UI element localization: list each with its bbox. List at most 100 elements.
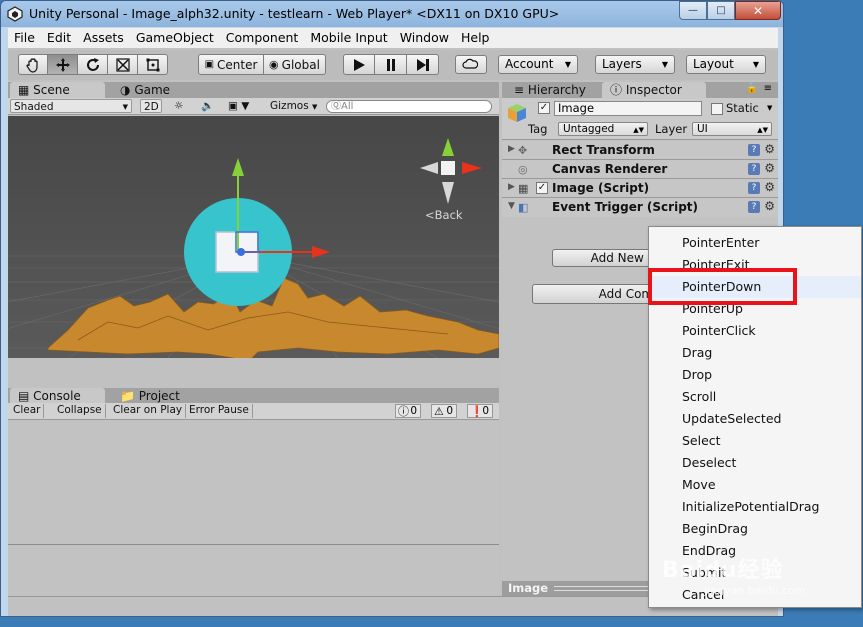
menu-item-select[interactable]: Select bbox=[649, 430, 861, 452]
console-log-area[interactable] bbox=[8, 421, 499, 595]
rect-tool-icon bbox=[146, 58, 159, 71]
tag-dropdown[interactable]: Untagged ▲▼ bbox=[558, 122, 648, 136]
menu-item-drop[interactable]: Drop bbox=[649, 364, 861, 386]
scale-tool-button[interactable] bbox=[108, 54, 138, 75]
layers-dropdown[interactable]: Layers ▼ bbox=[595, 55, 675, 74]
scene-audio-toggle[interactable]: 🔈 bbox=[201, 99, 214, 113]
layer-dropdown[interactable]: UI ▲▼ bbox=[692, 122, 772, 136]
menu-item-drag[interactable]: Drag bbox=[649, 342, 861, 364]
tab-console[interactable]: ▤ Console bbox=[10, 388, 105, 404]
scene-viewport[interactable]: <Back bbox=[8, 116, 499, 358]
menu-mobile-input[interactable]: Mobile Input bbox=[304, 28, 393, 48]
help-icon[interactable]: ? bbox=[748, 144, 760, 156]
rect-tool-button[interactable] bbox=[138, 54, 168, 75]
scene-lighting-toggle[interactable]: ☼ bbox=[174, 99, 183, 113]
layers-label: Layers bbox=[602, 57, 642, 71]
tab-project-label: Project bbox=[138, 389, 180, 403]
menu-assets[interactable]: Assets bbox=[77, 28, 130, 48]
step-button[interactable] bbox=[407, 54, 439, 75]
hierarchy-icon: ≡ bbox=[514, 83, 525, 97]
menu-item-pointer-enter[interactable]: PointerEnter bbox=[649, 232, 861, 254]
console-clear-on-play-button[interactable]: Clear on Play bbox=[110, 404, 187, 418]
pivot-center-button[interactable]: ▣ Center bbox=[198, 54, 264, 75]
title-bar[interactable]: Unity Personal - Image_alph32.unity - te… bbox=[1, 1, 783, 27]
menu-help[interactable]: Help bbox=[455, 28, 496, 48]
sun-icon: ☼ bbox=[174, 100, 184, 112]
active-checkbox[interactable]: ✓ bbox=[538, 102, 550, 114]
object-name-field[interactable]: Image bbox=[554, 101, 702, 116]
image-icon: ▣ ▼ bbox=[228, 100, 250, 112]
console-clear-button[interactable]: Clear bbox=[10, 404, 45, 418]
chevron-down-icon[interactable]: ▼ bbox=[767, 104, 772, 112]
fold-arrow-open-icon[interactable]: ▼ bbox=[508, 201, 515, 211]
tab-project[interactable]: 📁 Project bbox=[112, 388, 192, 404]
space-global-button[interactable]: ◉ Global bbox=[264, 54, 326, 75]
component-image-script[interactable]: ▶ ▦ ✓ Image (Script) ? ⚙ bbox=[502, 179, 778, 198]
component-canvas-renderer[interactable]: ◎ Canvas Renderer ? ⚙ bbox=[502, 160, 778, 179]
component-enabled-checkbox[interactable]: ✓ bbox=[536, 182, 548, 194]
menu-component[interactable]: Component bbox=[220, 28, 305, 48]
gear-icon[interactable]: ⚙ bbox=[764, 180, 775, 194]
menu-item-deselect[interactable]: Deselect bbox=[649, 452, 861, 474]
folder-icon: 📁 bbox=[120, 389, 135, 403]
pause-button[interactable] bbox=[375, 54, 407, 75]
component-event-trigger[interactable]: ▼ ◧ Event Trigger (Script) ? ⚙ bbox=[502, 198, 778, 217]
menu-item-update-selected[interactable]: UpdateSelected bbox=[649, 408, 861, 430]
console-error-pause-button[interactable]: Error Pause bbox=[186, 404, 253, 418]
console-collapse-button[interactable]: Collapse bbox=[54, 404, 106, 418]
mode-2d-toggle[interactable]: 2D bbox=[140, 99, 162, 113]
lock-icon[interactable]: 🔒 bbox=[746, 83, 758, 94]
gizmos-dropdown[interactable]: Gizmos ▼ bbox=[270, 99, 317, 113]
preview-label: Image bbox=[508, 581, 549, 595]
game-icon: ◑ bbox=[120, 83, 131, 97]
gizmos-label: Gizmos bbox=[270, 100, 309, 112]
rotate-icon bbox=[86, 57, 99, 71]
console-info-toggle[interactable]: ⓘ 0 bbox=[395, 404, 421, 418]
minimize-button[interactable]: — bbox=[679, 1, 707, 20]
hand-tool-button[interactable] bbox=[18, 54, 48, 75]
tab-game[interactable]: ◑ Game bbox=[112, 82, 192, 98]
menu-item-move[interactable]: Move bbox=[649, 474, 861, 496]
close-button[interactable]: ✕ bbox=[735, 1, 781, 20]
shading-mode-dropdown[interactable]: Shaded ▼ bbox=[10, 99, 132, 113]
menu-item-initialize-potential-drag[interactable]: InitializePotentialDrag bbox=[649, 496, 861, 518]
help-icon[interactable]: ? bbox=[748, 182, 760, 194]
menu-gameobject[interactable]: GameObject bbox=[130, 28, 220, 48]
menu-item-pointer-click[interactable]: PointerClick bbox=[649, 320, 861, 342]
move-tool-button[interactable] bbox=[48, 54, 78, 75]
scene-effects-dropdown[interactable]: ▣ ▼ bbox=[228, 99, 249, 113]
menu-file[interactable]: File bbox=[8, 28, 41, 48]
tab-scene-label: Scene bbox=[33, 83, 70, 97]
tab-hierarchy[interactable]: ≡ Hierarchy bbox=[506, 82, 598, 98]
console-warning-toggle[interactable]: ⚠ 0 bbox=[431, 404, 457, 418]
menu-window[interactable]: Window bbox=[394, 28, 455, 48]
gear-icon[interactable]: ⚙ bbox=[764, 161, 775, 175]
gear-icon[interactable]: ⚙ bbox=[764, 199, 775, 213]
maximize-button[interactable]: □ bbox=[707, 1, 735, 20]
orientation-label: <Back bbox=[425, 208, 463, 222]
component-rect-transform[interactable]: ▶ ✥ Rect Transform ? ⚙ bbox=[502, 141, 778, 160]
canvas-renderer-icon: ◎ bbox=[518, 163, 528, 176]
cloud-button[interactable] bbox=[455, 55, 487, 74]
preview-drag-handle[interactable] bbox=[554, 586, 650, 591]
fold-arrow-icon[interactable]: ▶ bbox=[508, 182, 515, 192]
panel-menu-icon[interactable]: ≡ bbox=[764, 83, 772, 94]
static-checkbox[interactable] bbox=[711, 103, 723, 115]
layout-dropdown[interactable]: Layout ▼ bbox=[686, 55, 766, 74]
rotate-tool-button[interactable] bbox=[78, 54, 108, 75]
tab-scene[interactable]: ▦ Scene bbox=[10, 82, 105, 98]
help-icon[interactable]: ? bbox=[748, 201, 760, 213]
scene-search-input[interactable]: ⓆAll bbox=[326, 100, 492, 113]
fold-arrow-icon[interactable]: ▶ bbox=[508, 144, 515, 154]
gear-icon[interactable]: ⚙ bbox=[764, 142, 775, 156]
inspector-tab-strip: ≡ Hierarchy ⓘ Inspector 🔒 ≡ bbox=[502, 82, 778, 98]
menu-item-begin-drag[interactable]: BeginDrag bbox=[649, 518, 861, 540]
window-title: Unity Personal - Image_alph32.unity - te… bbox=[29, 6, 560, 21]
play-button[interactable] bbox=[343, 54, 375, 75]
help-icon[interactable]: ? bbox=[748, 163, 760, 175]
menu-edit[interactable]: Edit bbox=[41, 28, 77, 48]
console-error-toggle[interactable]: ❗ 0 bbox=[467, 404, 493, 418]
account-dropdown[interactable]: Account ▼ bbox=[498, 55, 578, 74]
menu-item-scroll[interactable]: Scroll bbox=[649, 386, 861, 408]
tab-inspector[interactable]: ⓘ Inspector bbox=[602, 82, 706, 98]
